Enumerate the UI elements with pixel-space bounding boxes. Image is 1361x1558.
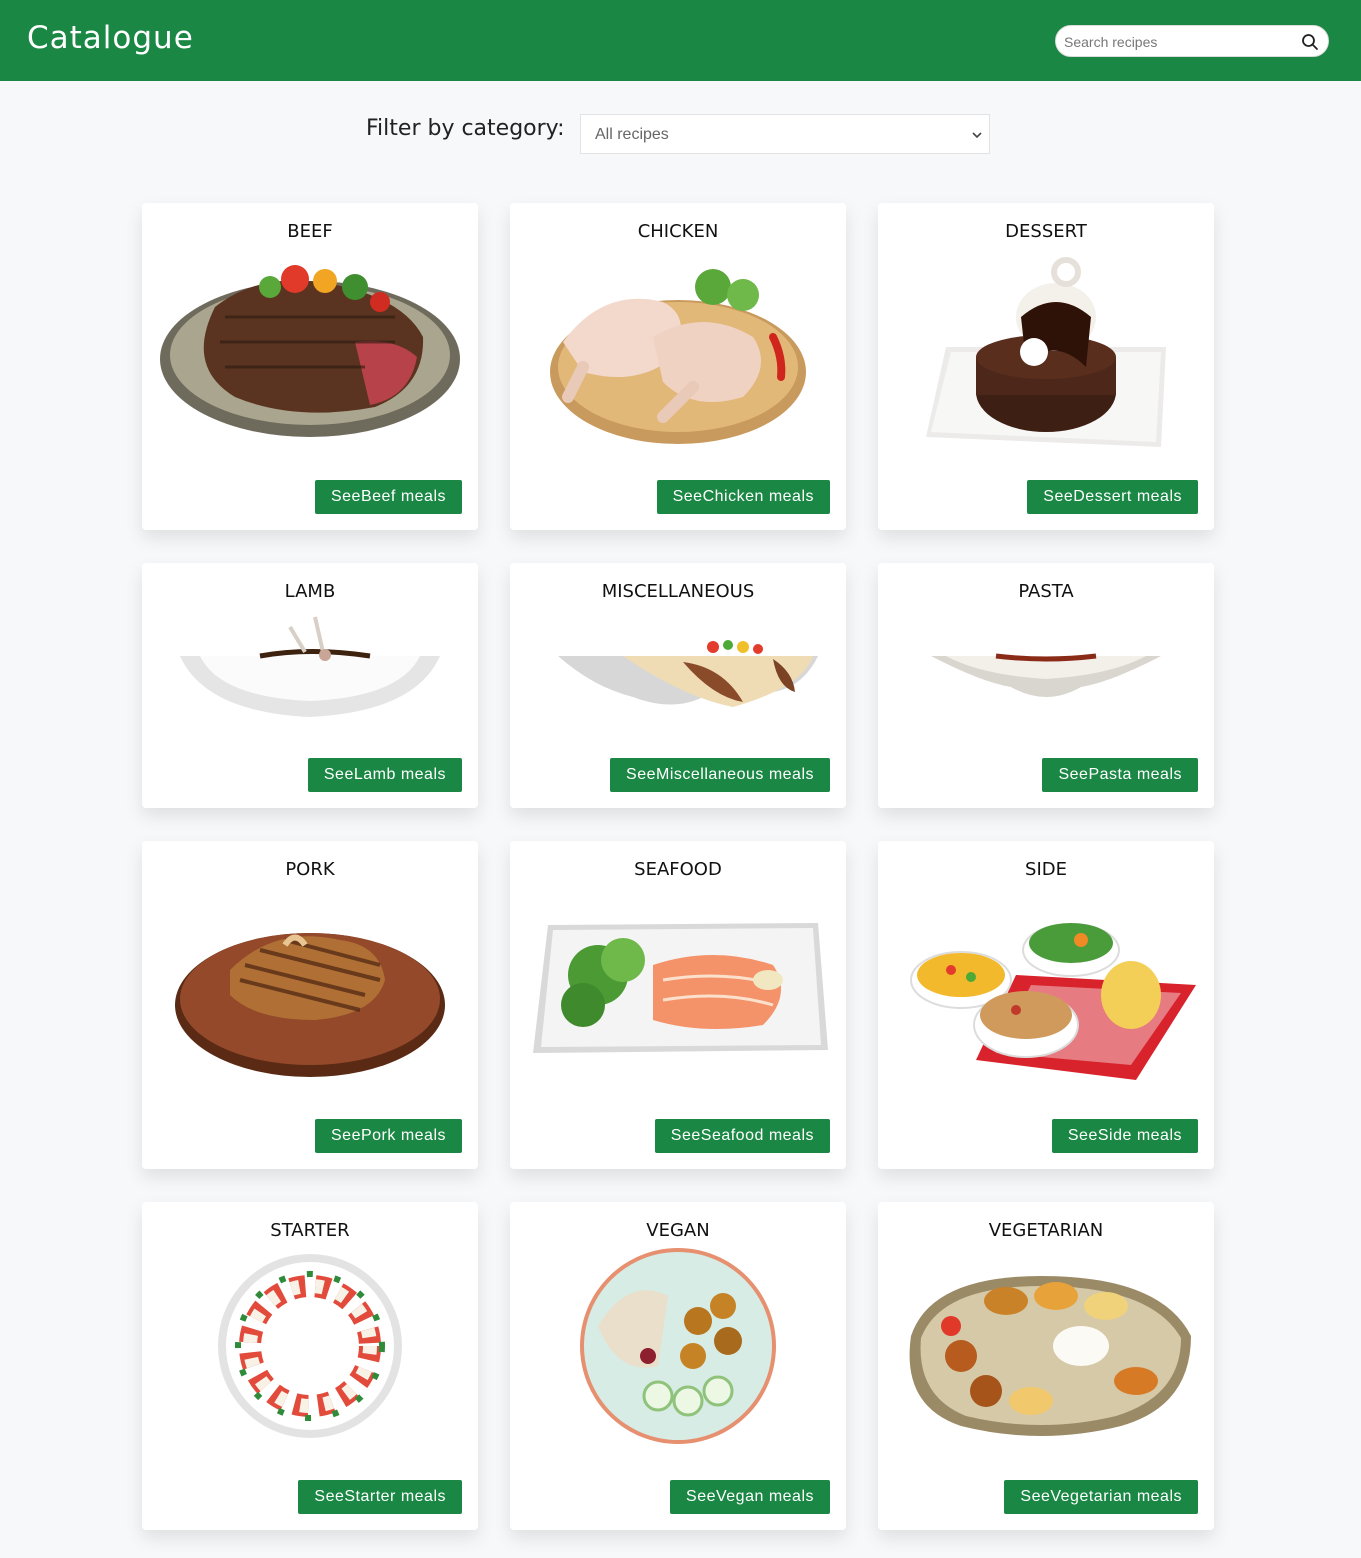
pork-image xyxy=(142,885,478,1085)
lamb-image xyxy=(142,607,478,727)
vegan-image xyxy=(510,1246,846,1446)
category-card-vegan: VEGAN SeeVegan meals xyxy=(510,1202,846,1530)
search-box[interactable] xyxy=(1055,25,1329,57)
category-title: LAMB xyxy=(284,581,336,602)
pasta-image xyxy=(878,607,1214,727)
category-title: SEAFOOD xyxy=(634,859,722,880)
category-title: DESSERT xyxy=(1005,221,1087,242)
dessert-image xyxy=(878,247,1214,457)
see-starter-meals-button[interactable]: SeeStarter meals xyxy=(298,1480,462,1514)
chevron-down-icon xyxy=(972,132,982,139)
beef-image xyxy=(142,247,478,447)
side-image xyxy=(878,885,1214,1085)
category-title: BEEF xyxy=(287,221,333,242)
see-vegetarian-meals-button[interactable]: SeeVegetarian meals xyxy=(1004,1480,1198,1514)
category-card-pork: PORK SeePork meals xyxy=(142,841,478,1169)
see-lamb-meals-button[interactable]: SeeLamb meals xyxy=(307,758,462,792)
see-pasta-meals-button[interactable]: SeePasta meals xyxy=(1042,758,1198,792)
category-title: SIDE xyxy=(1025,859,1067,880)
filter-label: Filter by category: xyxy=(366,116,565,141)
starter-image xyxy=(142,1246,478,1446)
seafood-image xyxy=(510,885,846,1085)
see-miscellaneous-meals-button[interactable]: SeeMiscellaneous meals xyxy=(610,758,830,792)
category-title: MISCELLANEOUS xyxy=(601,581,755,602)
category-card-lamb: LAMB SeeLamb meals xyxy=(142,563,478,808)
miscellaneous-image xyxy=(510,607,846,727)
see-side-meals-button[interactable]: SeeSide meals xyxy=(1051,1119,1198,1153)
category-card-miscellaneous: MISCELLANEOUS SeeMiscellaneous meals xyxy=(510,563,846,808)
category-card-pasta: PASTA SeePasta meals xyxy=(878,563,1214,808)
category-title: STARTER xyxy=(270,1220,350,1241)
see-beef-meals-button[interactable]: SeeBeef meals xyxy=(314,480,462,514)
category-select[interactable]: All recipes xyxy=(580,114,990,154)
category-title: PORK xyxy=(285,859,335,880)
category-title: VEGETARIAN xyxy=(988,1220,1104,1241)
category-select-value: All recipes xyxy=(595,126,669,143)
category-card-vegetarian: VEGETARIAN SeeVegetarian meals xyxy=(878,1202,1214,1530)
search-icon[interactable] xyxy=(1301,33,1319,51)
category-title: VEGAN xyxy=(646,1220,710,1241)
category-title: PASTA xyxy=(1018,581,1074,602)
see-seafood-meals-button[interactable]: SeeSeafood meals xyxy=(654,1119,830,1153)
category-card-seafood: SEAFOOD SeeSeafood meals xyxy=(510,841,846,1169)
see-chicken-meals-button[interactable]: SeeChicken meals xyxy=(656,480,830,514)
see-pork-meals-button[interactable]: SeePork meals xyxy=(315,1119,462,1153)
category-card-beef: BEEF SeeBeef meals xyxy=(142,203,478,530)
category-card-chicken: CHICKEN SeeChicken meals xyxy=(510,203,846,530)
category-card-side: SIDE SeeSide meals xyxy=(878,841,1214,1169)
see-dessert-meals-button[interactable]: SeeDessert meals xyxy=(1027,480,1198,514)
category-card-dessert: DESSERT SeeDessert meals xyxy=(878,203,1214,530)
chicken-image xyxy=(510,247,846,447)
vegetarian-image xyxy=(878,1246,1214,1446)
top-bar: Catalogue xyxy=(0,0,1361,81)
see-vegan-meals-button[interactable]: SeeVegan meals xyxy=(670,1480,830,1514)
category-card-starter: STARTER SeeStarter meals xyxy=(142,1202,478,1530)
search-input[interactable] xyxy=(1064,32,1294,52)
brand-title: Catalogue xyxy=(27,20,194,56)
category-title: CHICKEN xyxy=(637,221,719,242)
